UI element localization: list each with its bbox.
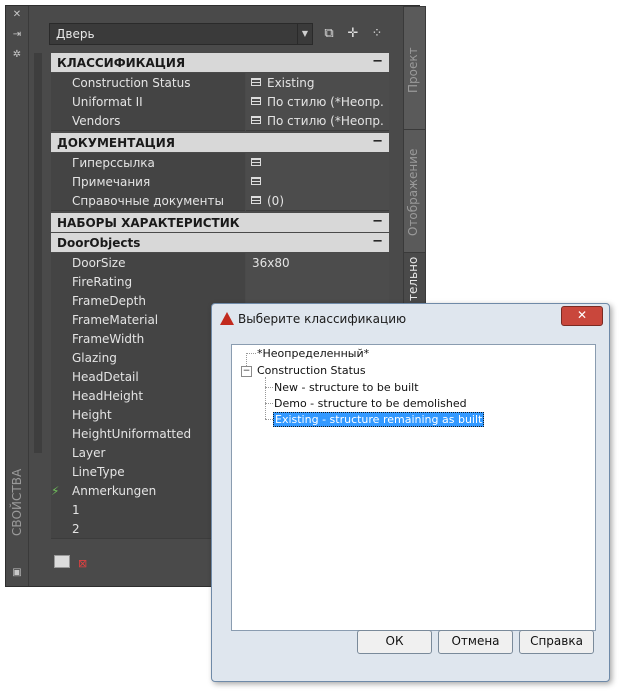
- collapse-icon[interactable]: −: [372, 234, 383, 249]
- section-property-sets[interactable]: НАБОРЫ ХАРАКТЕРИСТИК −: [51, 213, 389, 232]
- tab-project[interactable]: Проект: [403, 6, 426, 130]
- property-row[interactable]: Construction Status Existing: [51, 73, 389, 93]
- close-button[interactable]: ✕: [561, 306, 603, 326]
- close-icon[interactable]: ✕: [11, 10, 23, 20]
- settings-icon[interactable]: ✲: [11, 50, 23, 60]
- expander-icon[interactable]: −: [241, 366, 252, 377]
- tree-item-undefined[interactable]: *Неопределенный*: [257, 347, 369, 360]
- table-icon[interactable]: [251, 158, 261, 166]
- property-row[interactable]: Гиперссылка: [51, 153, 389, 173]
- table-icon[interactable]: [251, 78, 261, 86]
- property-row[interactable]: DoorSize 36x80: [51, 253, 389, 273]
- tree-item-construction-status[interactable]: Construction Status: [257, 364, 366, 377]
- section-documentation[interactable]: ДОКУМЕНТАЦИЯ −: [51, 133, 389, 152]
- section-classification[interactable]: КЛАССИФИКАЦИЯ −: [51, 53, 389, 72]
- help-button[interactable]: Справка: [519, 630, 594, 654]
- collapse-icon[interactable]: −: [372, 214, 383, 229]
- dialog-title: Выберите классификацию: [238, 312, 407, 326]
- remove-property-set-icon[interactable]: ⊠: [78, 557, 87, 570]
- table-icon[interactable]: [251, 196, 261, 204]
- tab-extended[interactable]: тельно: [403, 252, 426, 304]
- add-property-set-icon[interactable]: [54, 555, 70, 568]
- table-icon[interactable]: [251, 97, 261, 105]
- select-objects-icon[interactable]: ✛: [344, 25, 362, 43]
- ok-button[interactable]: ОК: [357, 630, 432, 654]
- tree-item-existing[interactable]: Existing - structure remaining as built: [273, 412, 485, 427]
- classification-dialog: Выберите классификацию ✕ *Неопределенный…: [211, 303, 610, 682]
- property-row[interactable]: Справочные документы (0): [51, 191, 389, 211]
- collapse-icon[interactable]: −: [372, 134, 383, 149]
- chevron-down-icon[interactable]: ▼: [297, 24, 312, 44]
- property-row[interactable]: Примечания: [51, 172, 389, 192]
- object-type-combo[interactable]: Дверь ▼: [49, 23, 313, 45]
- autohide-icon[interactable]: ⇥: [11, 30, 23, 40]
- tree-item-new[interactable]: New - structure to be built: [274, 381, 419, 394]
- add-object-icon[interactable]: ⧉: [320, 25, 338, 43]
- property-row[interactable]: Uniformat II По стилю (*Неопр...: [51, 92, 389, 112]
- table-icon[interactable]: [251, 177, 261, 185]
- scrollbar[interactable]: [34, 53, 42, 453]
- palette-menu-icon[interactable]: ▣: [11, 568, 23, 578]
- tab-display[interactable]: Отображение: [403, 129, 426, 253]
- palette-title-strip: ✕ ⇥ ✲ СВОЙСТВА ▣: [6, 6, 29, 586]
- object-type-value: Дверь: [56, 27, 95, 41]
- table-icon[interactable]: [251, 116, 261, 124]
- classification-tree: *Неопределенный* − Construction Status N…: [231, 344, 596, 631]
- tab-project-label: Проект: [406, 47, 420, 93]
- autocad-logo-icon: [220, 312, 234, 325]
- section-door-objects[interactable]: DoorObjects −: [51, 233, 389, 252]
- cancel-button[interactable]: Отмена: [438, 630, 513, 654]
- collapse-icon[interactable]: −: [372, 54, 383, 69]
- tree-item-demo[interactable]: Demo - structure to be demolished: [274, 397, 467, 410]
- lightning-icon: ⚡: [51, 484, 60, 498]
- property-row[interactable]: Vendors По стилю (*Неопр...: [51, 111, 389, 131]
- tab-display-label: Отображение: [406, 148, 420, 236]
- property-row[interactable]: FireRating: [51, 272, 389, 292]
- quick-select-icon[interactable]: ⁘: [368, 25, 386, 43]
- tab-extended-label: тельно: [406, 256, 420, 301]
- palette-title: СВОЙСТВА: [10, 468, 24, 536]
